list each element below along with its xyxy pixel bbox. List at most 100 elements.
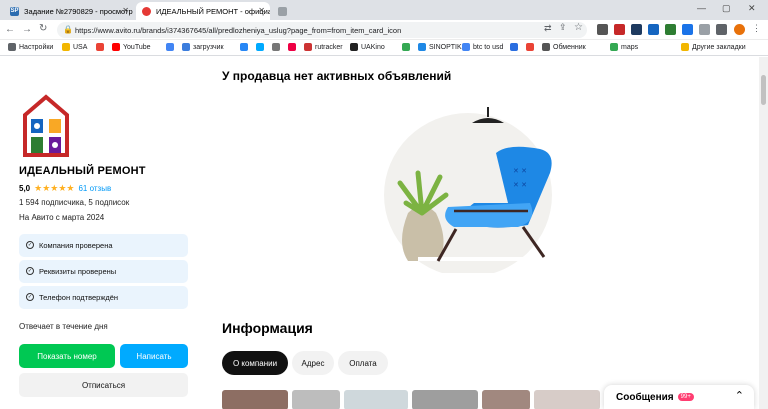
avito-icon: [256, 43, 264, 51]
chevron-up-icon[interactable]: ⌃: [735, 389, 744, 402]
bookmark-rutracker[interactable]: rutracker: [304, 43, 343, 51]
svg-text:✕ ✕: ✕ ✕: [513, 167, 527, 175]
bookmark-настройки[interactable]: Настройки: [8, 43, 53, 51]
maximize-icon[interactable]: ▢: [722, 3, 731, 14]
bookmark-youtube[interactable]: YouTube: [112, 43, 151, 51]
gallery-thumb[interactable]: [534, 390, 600, 409]
bookmark-vk-icon[interactable]: [240, 43, 251, 51]
menu-dots-icon[interactable]: ⋮: [752, 23, 761, 34]
search-icon: [272, 43, 280, 51]
scrollbar[interactable]: [759, 57, 768, 409]
page-icon: [278, 6, 287, 16]
write-button[interactable]: Написать: [120, 344, 188, 368]
gallery-thumb[interactable]: [344, 390, 408, 409]
tab-new[interactable]: [272, 2, 294, 20]
forward-icon[interactable]: →: [22, 24, 32, 35]
extension-icon[interactable]: [682, 24, 693, 35]
reload-icon[interactable]: ↻: [39, 23, 47, 34]
bookmark-sinoptik[interactable]: SINOPTIK: [418, 43, 462, 51]
close-icon[interactable]: ✕: [258, 6, 265, 15]
tab-address[interactable]: Адрес: [292, 351, 334, 375]
extension-icon[interactable]: [648, 24, 659, 35]
puzzle-icon[interactable]: [699, 24, 710, 35]
badge-phone-verified: ✓ Телефон подтверждён: [19, 286, 188, 309]
bookmark-обменник[interactable]: Обменник: [542, 43, 586, 51]
subscribers-text[interactable]: 1 594 подписчика, 5 подписок: [19, 198, 129, 207]
bookmark-google-icon[interactable]: [96, 43, 107, 51]
scrollbar-thumb[interactable]: [761, 75, 766, 105]
google-icon: [462, 43, 470, 51]
messages-widget[interactable]: Сообщения 99+ ⌃: [604, 385, 754, 409]
youtube-icon: [112, 43, 120, 51]
uakino-icon: [350, 43, 358, 51]
translate-icon[interactable]: ⇄: [544, 23, 552, 34]
tab-label: Задание №2790829 - просмотр з: [24, 6, 134, 16]
close-icon[interactable]: ✕: [122, 6, 129, 15]
tab-payment[interactable]: Оплата: [338, 351, 388, 375]
bookmark-p-icon[interactable]: [288, 43, 299, 51]
rating-row: 5,0 ★★★★★ 61 отзыв: [19, 183, 111, 194]
download-icon: [182, 43, 190, 51]
bookmark-загрузчик[interactable]: загрузчик: [182, 43, 224, 51]
unsubscribe-button[interactable]: Отписаться: [19, 373, 188, 397]
gallery-thumb[interactable]: [222, 390, 288, 409]
gallery-thumb[interactable]: [412, 390, 478, 409]
sp-icon: SP: [10, 6, 19, 16]
tab-avito[interactable]: ИДЕАЛЬНЫЙ РЕМОНТ - официал ✕: [136, 2, 270, 20]
url-text: https://www.avito.ru/brands/i374367645/a…: [75, 25, 402, 35]
show-phone-button[interactable]: Показать номер: [19, 344, 115, 368]
bookmark-google-icon[interactable]: [402, 43, 413, 51]
gear-icon: [8, 43, 16, 51]
bookmark-star-icon[interactable]: ☆: [574, 22, 583, 33]
bookmark-uakino[interactable]: UAKino: [350, 43, 385, 51]
bookmark-google-icon[interactable]: [166, 43, 177, 51]
empty-state-illustration: ✕ ✕ ✕ ✕: [378, 103, 578, 277]
bookmark-p-icon[interactable]: [510, 43, 521, 51]
sinoptik-icon: [418, 43, 426, 51]
response-time: Отвечает в течение дня: [19, 322, 108, 331]
google-icon: [96, 43, 104, 51]
check-icon: ✓: [26, 241, 34, 249]
bookmark-google-icon[interactable]: [526, 43, 537, 51]
extension-icon[interactable]: [665, 24, 676, 35]
rating-stars: ★★★★★: [34, 183, 75, 193]
sidepanel-icon[interactable]: [716, 24, 727, 35]
reviews-link[interactable]: 61 отзыв: [78, 184, 111, 193]
other-bookmarks[interactable]: Другие закладки: [681, 43, 746, 51]
address-bar[interactable]: 🔒 https://www.avito.ru/brands/i374367645…: [57, 22, 587, 38]
bookmark-search-icon[interactable]: [272, 43, 283, 51]
info-heading: Информация: [222, 320, 313, 336]
extension-icon[interactable]: [631, 24, 642, 35]
bookmark-avito-icon[interactable]: [256, 43, 267, 51]
since-text: На Авито с марта 2024: [19, 213, 105, 222]
check-icon: ✓: [26, 293, 34, 301]
p-icon: [510, 43, 518, 51]
seller-logo: [19, 93, 73, 159]
vk-icon: [240, 43, 248, 51]
gallery-thumb[interactable]: [292, 390, 340, 409]
bookmark-usa[interactable]: USA: [62, 43, 87, 51]
no-ads-heading: У продавца нет активных объявлений: [222, 69, 452, 83]
close-window-icon[interactable]: ✕: [748, 3, 756, 14]
bookmark-btc-to-usd[interactable]: btc to usd: [462, 43, 503, 51]
avito-icon: [142, 6, 151, 16]
badge-company-verified: ✓ Компания проверена: [19, 234, 188, 257]
extension-icon[interactable]: [597, 24, 608, 35]
tab-zadanie[interactable]: SP Задание №2790829 - просмотр з ✕: [4, 2, 134, 20]
tab-about-company[interactable]: О компании: [222, 351, 288, 375]
check-icon: ✓: [26, 267, 34, 275]
folder-icon: [62, 43, 70, 51]
page-content: ИДЕАЛЬНЫЙ РЕМОНТ 5,0 ★★★★★ 61 отзыв 1 59…: [0, 57, 768, 409]
bookmark-maps[interactable]: maps: [610, 43, 638, 51]
share-icon[interactable]: ⇪: [559, 22, 567, 33]
google-icon: [166, 43, 174, 51]
extension-icon[interactable]: [614, 24, 625, 35]
back-icon[interactable]: ←: [5, 24, 15, 35]
minimize-icon[interactable]: —: [697, 3, 706, 13]
svg-text:✕ ✕: ✕ ✕: [513, 181, 527, 189]
rating-value: 5,0: [19, 184, 31, 193]
profile-avatar-icon[interactable]: [734, 24, 745, 35]
gallery-thumb[interactable]: [482, 390, 530, 409]
messages-label: Сообщения: [616, 391, 674, 403]
p-icon: [288, 43, 296, 51]
